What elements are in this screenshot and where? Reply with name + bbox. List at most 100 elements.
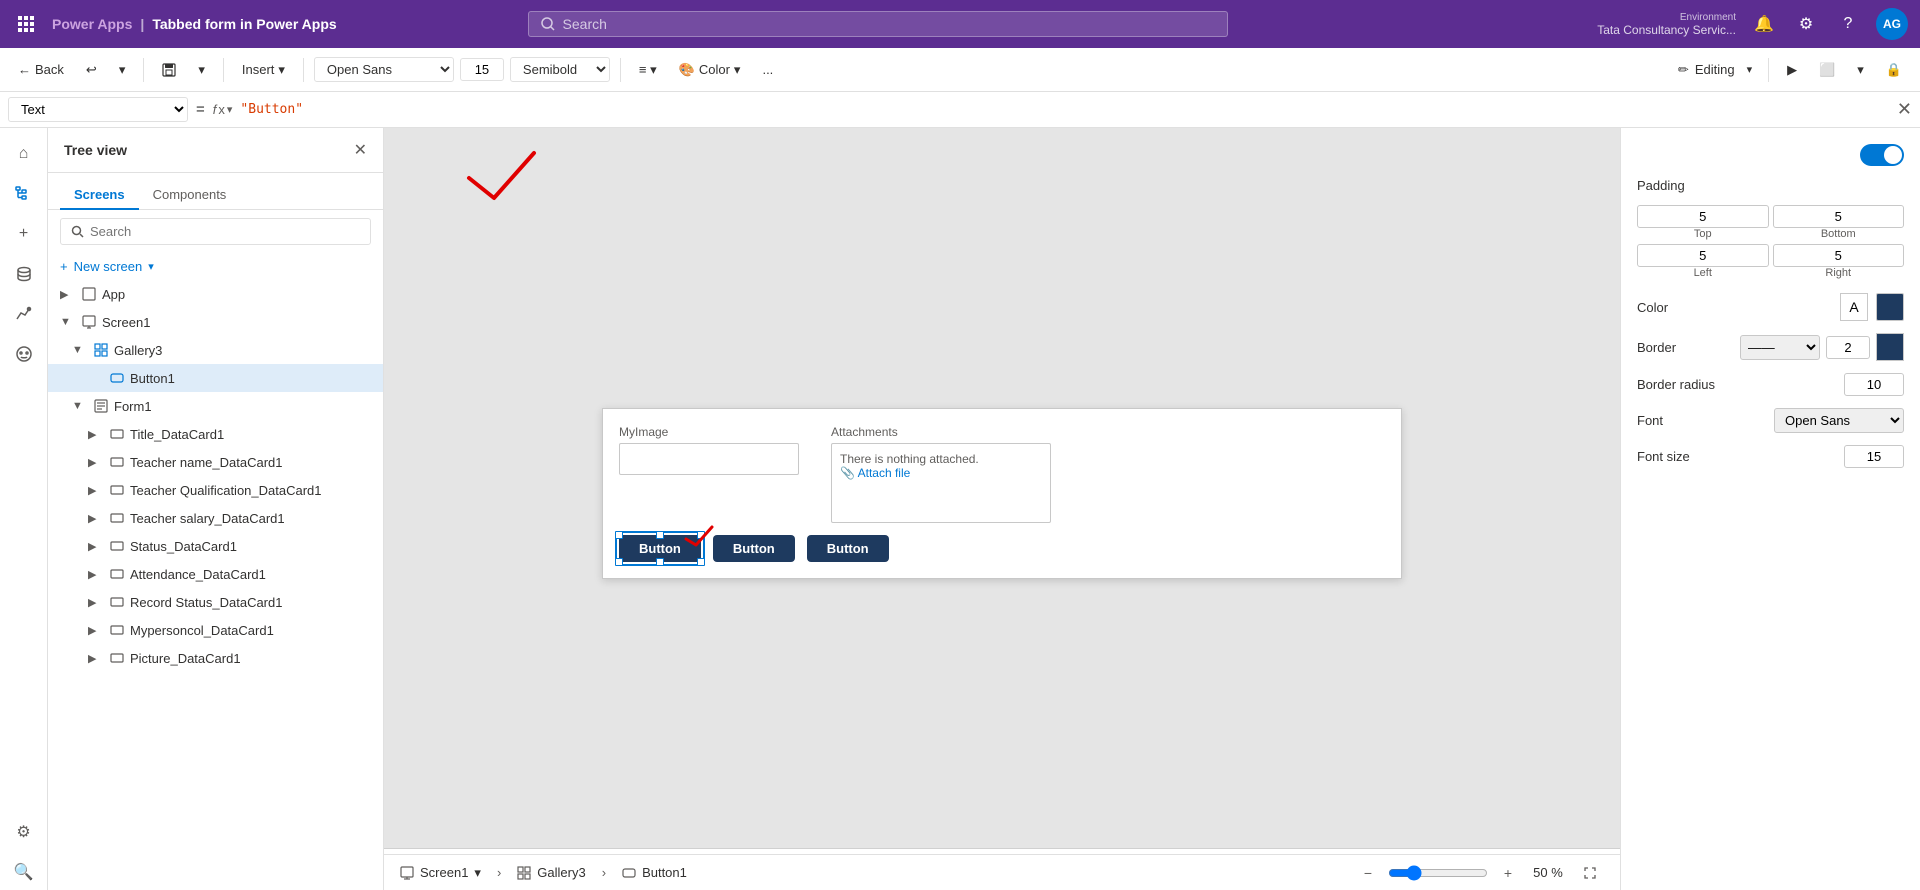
tree-item-screen1[interactable]: ▼ Screen1 — [48, 308, 383, 336]
tree-item-teacher-qual-dc[interactable]: ▶ Teacher Qualification_DataCard1 — [48, 476, 383, 504]
font-size-right-input[interactable] — [1844, 445, 1904, 468]
handle-bm[interactable] — [656, 558, 664, 566]
notification-icon[interactable]: 🔔 — [1750, 10, 1778, 38]
font-weight-select[interactable]: Semibold — [510, 57, 610, 82]
font-size-row: Font size — [1637, 445, 1904, 468]
tree-item-status-dc[interactable]: ▶ Status_DataCard1 — [48, 532, 383, 560]
undo-button[interactable]: ↩ — [78, 58, 105, 82]
attachments-label: Attachments — [831, 425, 1051, 439]
border-size-input[interactable] — [1826, 336, 1870, 359]
insert-button[interactable]: Insert ▾ — [234, 58, 293, 82]
tree-item-teacher-sal-dc[interactable]: ▶ Teacher salary_DataCard1 — [48, 504, 383, 532]
handle-tr[interactable] — [697, 531, 705, 539]
tree-item-teacher-name-dc[interactable]: ▶ Teacher name_DataCard1 — [48, 448, 383, 476]
help-icon[interactable]: ? — [1834, 10, 1862, 38]
gallery-icon — [92, 343, 110, 357]
tree-item-form1[interactable]: ▼ Form1 — [48, 392, 383, 420]
tree-item-gallery3[interactable]: ▼ Gallery3 — [48, 336, 383, 364]
settings-icon[interactable]: ⚙ — [1792, 10, 1820, 38]
font-family-right-select[interactable]: Open Sans — [1774, 408, 1904, 433]
tree-search-box[interactable] — [60, 218, 371, 245]
align-button[interactable]: ≡ ▾ — [631, 58, 665, 82]
handle-bl[interactable] — [615, 558, 623, 566]
analytics-icon[interactable] — [6, 296, 42, 332]
back-icon: ← — [18, 62, 31, 77]
color-row: Color A — [1637, 293, 1904, 321]
global-search[interactable] — [528, 11, 1228, 37]
tree-item-app[interactable]: ▶ App — [48, 280, 383, 308]
myimage-label: MyImage — [619, 425, 799, 439]
treeview-icon[interactable] — [6, 176, 42, 212]
toggle-switch[interactable] — [1860, 144, 1904, 166]
fx-icon[interactable]: fx ▾ — [213, 102, 233, 117]
handle-tl[interactable] — [615, 531, 623, 539]
save-dropdown[interactable]: ▾ — [190, 58, 213, 82]
datacard4-icon — [108, 511, 126, 525]
border-color-swatch[interactable] — [1876, 333, 1904, 361]
data-icon[interactable] — [6, 256, 42, 292]
lock-icon[interactable]: 🔒 — [1878, 58, 1910, 82]
border-radius-input[interactable] — [1844, 373, 1904, 396]
responsive-icon[interactable]: ⬜ — [1811, 58, 1843, 82]
handle-br[interactable] — [697, 558, 705, 566]
insert-icon[interactable]: + — [6, 216, 42, 252]
tree-item-record-status-dc[interactable]: ▶ Record Status_DataCard1 — [48, 588, 383, 616]
padding-right-input[interactable] — [1773, 244, 1905, 267]
ai-icon[interactable] — [6, 336, 42, 372]
tree-item-title-dc[interactable]: ▶ Title_DataCard1 — [48, 420, 383, 448]
tab-components[interactable]: Components — [139, 181, 241, 210]
tab-screens[interactable]: Screens — [60, 181, 139, 210]
zoom-slider[interactable] — [1388, 865, 1488, 881]
responsive-dropdown[interactable]: ▾ — [1849, 58, 1872, 82]
search-side-icon[interactable]: 🔍 — [6, 854, 42, 890]
tree-item-button1[interactable]: ▶ Button1 — [48, 364, 383, 392]
preview-icon[interactable]: ▶ — [1779, 58, 1805, 82]
fullscreen-icon[interactable] — [1576, 859, 1604, 887]
back-button[interactable]: ← Back — [10, 58, 72, 81]
more-options-button[interactable]: ... — [754, 58, 781, 81]
breadcrumb-gallery[interactable]: Gallery3 — [517, 865, 585, 880]
app-label: App — [102, 287, 371, 302]
close-formula-icon[interactable]: ✕ — [1897, 99, 1912, 120]
editing-dropdown[interactable]: ▾ — [1741, 61, 1759, 78]
status-bar: Screen1 ▾ › Gallery3 › Button1 − + 50 % — [384, 854, 1620, 890]
padding-left-input[interactable] — [1637, 244, 1769, 267]
tree-item-mypersoncol-dc[interactable]: ▶ Mypersoncol_DataCard1 — [48, 616, 383, 644]
save-button[interactable] — [154, 59, 184, 81]
zoom-in-button[interactable]: + — [1496, 861, 1520, 885]
datacard8-icon — [108, 623, 126, 637]
color-text-icon[interactable]: A — [1840, 293, 1868, 321]
formula-input[interactable] — [240, 102, 1060, 117]
user-avatar[interactable]: AG — [1876, 8, 1908, 40]
undo-dropdown[interactable]: ▾ — [111, 58, 134, 82]
home-icon[interactable]: ⌂ — [6, 136, 42, 172]
handle-tm[interactable] — [656, 531, 664, 539]
breadcrumb-screen[interactable]: Screen1 ▾ — [400, 865, 481, 881]
zoom-out-button[interactable]: − — [1356, 861, 1380, 885]
myimage-input[interactable] — [619, 443, 799, 475]
color-swatch[interactable] — [1876, 293, 1904, 321]
padding-top-input[interactable] — [1637, 205, 1769, 228]
canvas-button-2[interactable]: Button — [713, 535, 795, 562]
grid-icon[interactable] — [12, 10, 40, 38]
canvas-button-3[interactable]: Button — [807, 535, 889, 562]
new-screen-chevron-icon[interactable]: ▾ — [148, 260, 154, 273]
tree-item-picture-dc[interactable]: ▶ Picture_DataCard1 — [48, 644, 383, 672]
font-family-select[interactable]: Open Sans — [314, 57, 454, 82]
tree-item-attendance-dc[interactable]: ▶ Attendance_DataCard1 — [48, 560, 383, 588]
padding-bottom-label: Bottom — [1773, 228, 1905, 240]
font-size-input[interactable] — [460, 58, 504, 81]
new-screen-button[interactable]: + New screen ▾ — [48, 253, 383, 280]
settings-side-icon[interactable]: ⚙ — [6, 814, 42, 850]
search-input[interactable] — [563, 16, 1215, 32]
color-button[interactable]: 🎨 Color ▾ — [671, 58, 749, 82]
close-tree-icon[interactable]: ✕ — [354, 140, 367, 160]
property-select[interactable]: Text — [8, 97, 188, 122]
tree-search-input[interactable] — [90, 224, 360, 239]
padding-bottom-input[interactable] — [1773, 205, 1905, 228]
canvas-frame: MyImage Attachments There is nothing att… — [602, 408, 1402, 579]
breadcrumb-button[interactable]: Button1 — [622, 865, 687, 880]
border-style-select[interactable]: —— - - - ··· — [1740, 335, 1820, 360]
attach-file-link[interactable]: 📎 Attach file — [840, 466, 1042, 480]
datacard3-icon — [108, 483, 126, 497]
